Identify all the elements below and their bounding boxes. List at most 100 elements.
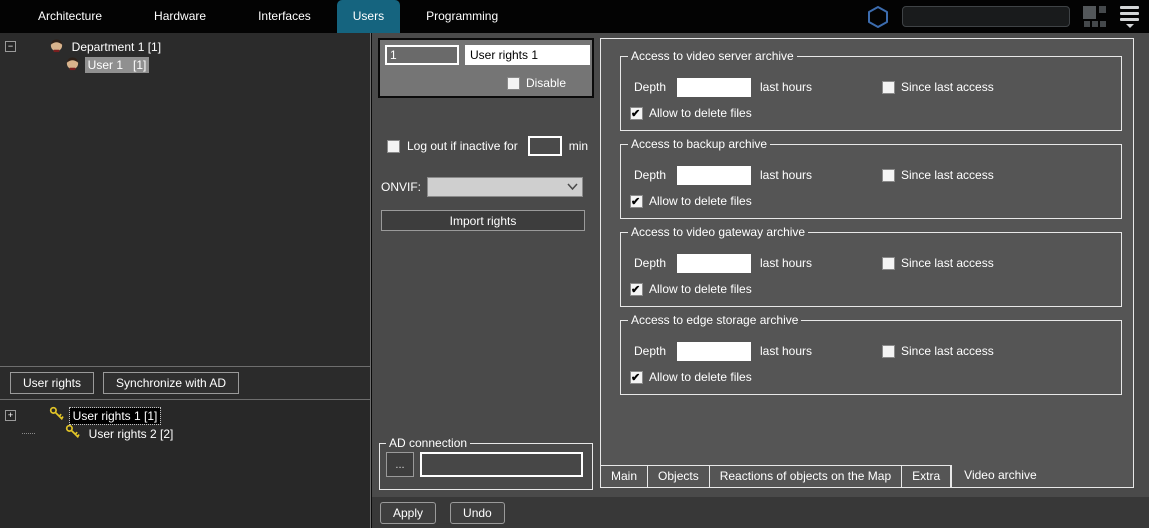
apply-bar: Apply Undo (372, 497, 1149, 528)
layouts-grid-icon[interactable] (1082, 5, 1108, 28)
onvif-row: ONVIF: (381, 177, 583, 197)
tree-row-user-rights-2[interactable]: User rights 2 [2] (0, 425, 370, 442)
since-row: Since last access (882, 168, 994, 182)
hamburger-menu-icon[interactable] (1120, 6, 1139, 28)
logout-label: Log out if inactive for (407, 139, 518, 153)
since-last-access-label: Since last access (901, 344, 994, 358)
group-title: Access to video gateway archive (628, 225, 808, 239)
since-row: Since last access (882, 256, 994, 270)
allow-delete-checkbox[interactable] (630, 107, 643, 120)
user-icon (38, 42, 80, 88)
since-last-access-checkbox[interactable] (882, 81, 895, 94)
since-last-access-label: Since last access (901, 80, 994, 94)
key-icon (38, 410, 81, 457)
tab-video-archive[interactable]: Video archive (952, 465, 1049, 487)
depth-label: Depth (634, 80, 677, 94)
logout-checkbox[interactable] (387, 140, 400, 153)
allow-delete-row: Allow to delete files (630, 106, 752, 120)
depth-field[interactable] (677, 78, 751, 97)
allow-delete-label: Allow to delete files (649, 370, 752, 384)
last-hours-label: last hours (760, 168, 812, 182)
min-label: min (569, 139, 588, 153)
users-tree: − Department 1 [1] User 1 [1] (0, 33, 370, 367)
since-row: Since last access (882, 80, 994, 94)
logout-minutes-field[interactable] (528, 136, 562, 156)
disable-label: Disable (526, 76, 566, 90)
since-last-access-label: Since last access (901, 168, 994, 182)
ad-browse-button[interactable]: ... (386, 452, 414, 477)
id-field[interactable] (385, 45, 459, 65)
allow-delete-row: Allow to delete files (630, 194, 752, 208)
disable-checkbox[interactable] (507, 77, 520, 90)
depth-field[interactable] (677, 166, 751, 185)
name-field[interactable] (465, 45, 590, 65)
allow-delete-row: Allow to delete files (630, 282, 752, 296)
bottom-tab-strip: Main Objects Reactions of objects on the… (601, 465, 1133, 487)
last-hours-label: last hours (760, 256, 812, 270)
allow-delete-checkbox[interactable] (630, 371, 643, 384)
since-last-access-checkbox[interactable] (882, 169, 895, 182)
depth-field[interactable] (677, 342, 751, 361)
archive-group-backup: Access to backup archive Depth last hour… (620, 144, 1122, 219)
tree-connector (22, 433, 35, 434)
ad-connection-field[interactable] (420, 452, 583, 477)
group-title: Access to backup archive (628, 137, 770, 151)
group-title: Access to edge storage archive (628, 313, 801, 327)
allow-delete-label: Allow to delete files (649, 282, 752, 296)
ad-connection-group: AD connection ... (379, 443, 593, 490)
user-rights-tree: + User rights 1 [1] (0, 400, 370, 528)
user-rights-1-label[interactable]: User rights 1 [1] (70, 408, 161, 424)
video-archive-page: Access to video server archive Depth las… (600, 38, 1134, 488)
since-last-access-checkbox[interactable] (882, 257, 895, 270)
tab-extra[interactable]: Extra (902, 466, 951, 487)
expand-expander-icon[interactable]: + (5, 410, 16, 421)
undo-button[interactable]: Undo (450, 502, 505, 524)
synchronize-ad-button[interactable]: Synchronize with AD (103, 372, 239, 394)
depth-label: Depth (634, 168, 677, 182)
hexagon-logo-icon (866, 5, 890, 29)
archive-groups: Access to video server archive Depth las… (601, 39, 1133, 465)
since-last-access-label: Since last access (901, 256, 994, 270)
depth-label: Depth (634, 256, 677, 270)
user-rights-2-label[interactable]: User rights 2 [2] (86, 426, 177, 442)
nav-tab-users[interactable]: Users (337, 0, 400, 33)
tab-main[interactable]: Main (601, 466, 648, 487)
logout-row: Log out if inactive for min (387, 136, 588, 156)
tree-row-user[interactable]: User 1 [1] (0, 56, 370, 73)
department-label[interactable]: Department 1 [1] (69, 39, 164, 55)
nav-tab-programming[interactable]: Programming (400, 0, 524, 33)
collapse-expander-icon[interactable]: − (5, 41, 16, 52)
allow-delete-label: Allow to delete files (649, 194, 752, 208)
nav-tab-interfaces[interactable]: Interfaces (232, 0, 337, 33)
tab-objects[interactable]: Objects (648, 466, 710, 487)
onvif-label: ONVIF: (381, 180, 427, 194)
import-rights-button[interactable]: Import rights (381, 210, 585, 231)
depth-field[interactable] (677, 254, 751, 273)
depth-row: Depth last hours Since last access (634, 253, 1113, 273)
disable-row: Disable (507, 76, 566, 90)
user-rights-button[interactable]: User rights (10, 372, 94, 394)
search-input[interactable] (902, 6, 1070, 27)
identity-box: Disable (378, 38, 594, 98)
allow-delete-checkbox[interactable] (630, 283, 643, 296)
onvif-select[interactable] (427, 177, 583, 197)
topbar-right (866, 0, 1149, 33)
allow-delete-row: Allow to delete files (630, 370, 752, 384)
main-nav: Architecture Hardware Interfaces Users P… (0, 0, 524, 33)
tab-reactions[interactable]: Reactions of objects on the Map (710, 466, 902, 487)
apply-button[interactable]: Apply (380, 502, 436, 524)
allow-delete-checkbox[interactable] (630, 195, 643, 208)
archive-group-video-gateway: Access to video gateway archive Depth la… (620, 232, 1122, 307)
chevron-down-icon (567, 183, 578, 191)
archive-group-edge-storage: Access to edge storage archive Depth las… (620, 320, 1122, 395)
since-last-access-checkbox[interactable] (882, 345, 895, 358)
last-hours-label: last hours (760, 344, 812, 358)
top-bar: Architecture Hardware Interfaces Users P… (0, 0, 1149, 33)
settings-panel: Disable Log out if inactive for min ONVI… (372, 33, 1149, 528)
depth-row: Depth last hours Since last access (634, 165, 1113, 185)
user-label[interactable]: User 1 [1] (85, 57, 150, 73)
nav-tab-hardware[interactable]: Hardware (128, 0, 232, 33)
depth-row: Depth last hours Since last access (634, 77, 1113, 97)
allow-delete-label: Allow to delete files (649, 106, 752, 120)
inactive-tabs: Main Objects Reactions of objects on the… (601, 465, 952, 487)
